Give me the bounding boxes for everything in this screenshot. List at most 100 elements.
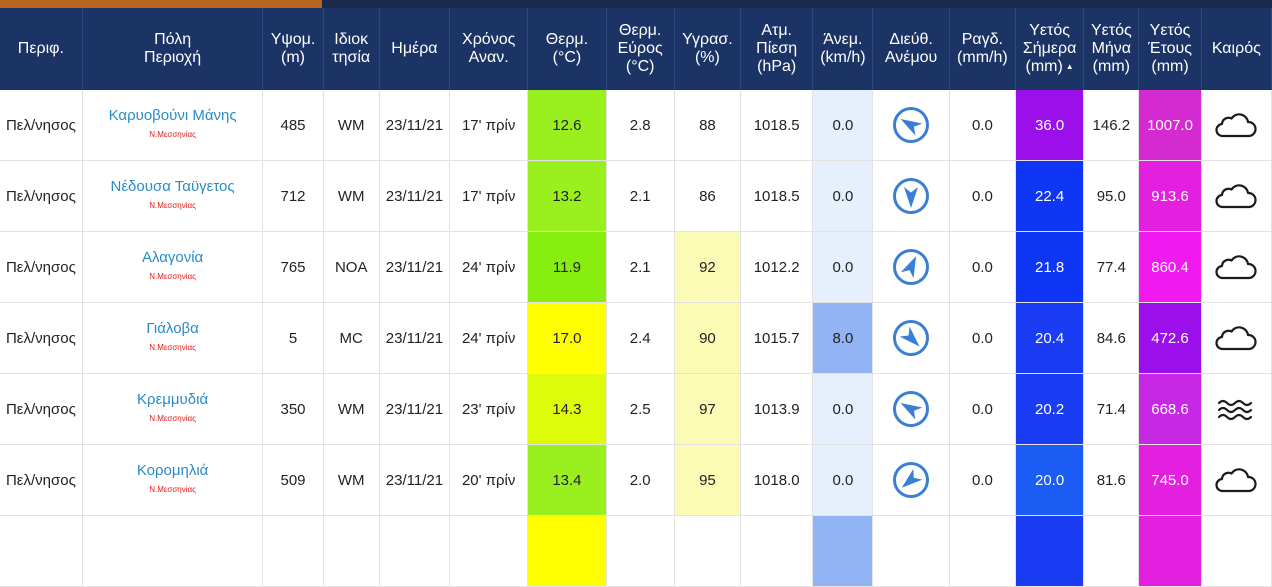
cloud-icon [1215,255,1257,280]
cloud-icon [1215,326,1257,351]
cell-city: Κορομηλιά Ν.Μεσσηνίας [82,444,264,516]
cell-rain-month: 81.6 [1083,444,1140,516]
column-header-region[interactable]: Περιφ. [0,8,83,90]
cell-rain-year [1138,515,1202,587]
cell-weather [1201,160,1272,232]
cell-rain-month: 71.4 [1083,373,1140,445]
cell-temp: 12.6 [527,90,607,161]
header-text: Μήνα [1091,40,1132,57]
header-text: Περιφ. [17,40,64,57]
cell-wind-direction [872,302,950,374]
cell-wind: 0.0 [812,160,874,232]
cell-city [82,515,264,587]
column-header-owner[interactable]: Ιδιοκ τησία [323,8,380,90]
table-row: Πελ/νησος Γιάλοβα Ν.Μεσσηνίας 5 MC 23/11/21 24… [0,302,1272,374]
cell-rain-rate: 0.0 [949,444,1016,516]
cell-temp-range: 2.1 [606,231,675,303]
cell-wind-direction [872,444,950,516]
column-header-rain-today[interactable]: Υετός Σήμερα (mm) ▲ [1015,8,1085,90]
cell-rain-month: 146.2 [1083,90,1140,161]
cell-date [379,515,451,587]
cell-rain-today: 20.4 [1015,302,1085,374]
city-link[interactable]: Κορομηλιά [83,463,263,478]
column-header-weather[interactable]: Καιρός [1201,8,1272,90]
cell-rain-year: 860.4 [1138,231,1202,303]
city-link[interactable]: Αλαγονία [83,250,263,265]
cell-pressure [740,515,814,587]
header-text: Υετός [1090,22,1132,39]
column-header-altitude[interactable]: Υψομ. (m) [262,8,324,90]
cell-city: Καρυοβούνι Μάνης Ν.Μεσσηνίας [82,90,264,161]
column-header-updated[interactable]: Χρόνος Αναν. [449,8,529,90]
cell-region: Πελ/νησος [0,302,83,374]
cell-wind: 0.0 [812,231,874,303]
cell-region: Πελ/νησος [0,444,83,516]
column-header-city[interactable]: Πόλη Περιοχή [82,8,264,90]
column-header-rain-month[interactable]: Υετός Μήνα (mm) [1083,8,1140,90]
header-text: Διεύθ. [889,31,933,48]
cell-pressure: 1018.5 [740,90,814,161]
cell-altitude [262,515,324,587]
city-link[interactable]: Νέδουσα Ταϋγετος [83,179,263,194]
cell-altitude: 509 [262,444,324,516]
cell-rain-year: 913.6 [1138,160,1202,232]
city-link[interactable]: Κρεμμυδιά [83,392,263,407]
cell-pressure: 1018.0 [740,444,814,516]
header-text: (m) [281,49,305,66]
prefecture-label: Ν.Μεσσηνίας [149,130,196,139]
cell-temp-range: 2.1 [606,160,675,232]
header-text: Αναν. [468,49,509,66]
cell-rain-today [1015,515,1085,587]
cell-rain-rate: 0.0 [949,373,1016,445]
table-header-row: Περιφ. Πόλη Περιοχή Υψομ. (m) Ιδιοκ τησία Ημέρα… [0,8,1272,90]
header-text: Υγρασ. [682,31,733,48]
column-header-wind-dir[interactable]: Διεύθ. Ανέμου [872,8,950,90]
column-header-temp-range[interactable]: Θερμ. Εύρος (°C) [606,8,675,90]
prefecture-label: Ν.Μεσσηνίας [149,272,196,281]
cell-rain-today: 36.0 [1015,90,1085,161]
cell-updated: 20' πρίν [449,444,529,516]
cell-temp [527,515,607,587]
cell-rain-rate: 0.0 [949,231,1016,303]
cell-owner: WM [323,373,380,445]
column-header-rain-year[interactable]: Υετός Έτους (mm) [1138,8,1202,90]
cell-temp: 14.3 [527,373,607,445]
wind-direction-icon [893,178,930,214]
table-body: Πελ/νησος Καρυοβούνι Μάνης Ν.Μεσσηνίας 485 W… [0,90,1272,587]
cell-city: Νέδουσα Ταϋγετος Ν.Μεσσηνίας [82,160,264,232]
cell-pressure: 1013.9 [740,373,814,445]
cell-altitude: 485 [262,90,324,161]
column-header-temp[interactable]: Θερμ. (°C) [527,8,607,90]
column-header-humidity[interactable]: Υγρασ. (%) [674,8,742,90]
header-text: (°C) [625,58,655,75]
cell-humidity: 90 [674,302,742,374]
header-text: (mm) [1025,58,1063,76]
table-row: Πελ/νησος Κορομηλιά Ν.Μεσσηνίας 509 WM 23/11/… [0,444,1272,516]
table-row: Πελ/νησος Αλαγονία Ν.Μεσσηνίας 765 NOA 23/11/… [0,231,1272,303]
cell-rain-year: 668.6 [1138,373,1202,445]
column-header-wind[interactable]: Άνεμ. (km/h) [812,8,874,90]
cell-weather [1201,515,1272,587]
column-header-rain-rate[interactable]: Ραγδ. (mm/h) [949,8,1016,90]
sort-ascending-icon[interactable]: ▲ [1066,62,1074,71]
cell-city: Κρεμμυδιά Ν.Μεσσηνίας [82,373,264,445]
city-link[interactable]: Καρυοβούνι Μάνης [83,108,263,123]
cell-date: 23/11/21 [379,302,451,374]
column-header-date[interactable]: Ημέρα [379,8,451,90]
cell-city: Αλαγονία Ν.Μεσσηνίας [82,231,264,303]
cell-region: Πελ/νησος [0,231,83,303]
cell-rain-rate [949,515,1016,587]
top-bar [0,0,1272,8]
cell-weather [1201,302,1272,374]
cell-wind-direction [872,231,950,303]
table-row: Πελ/νησος Καρυοβούνι Μάνης Ν.Μεσσηνίας 485 W… [0,90,1272,161]
cell-temp: 17.0 [527,302,607,374]
header-text: Θερμ. [545,31,589,48]
cell-date: 23/11/21 [379,90,451,161]
header-text: (%) [694,49,720,66]
header-text: Ημέρα [391,40,438,57]
cell-owner: MC [323,302,380,374]
cell-updated: 24' πρίν [449,231,529,303]
city-link[interactable]: Γιάλοβα [83,321,263,336]
column-header-pressure[interactable]: Ατμ. Πίεση (hPa) [740,8,814,90]
